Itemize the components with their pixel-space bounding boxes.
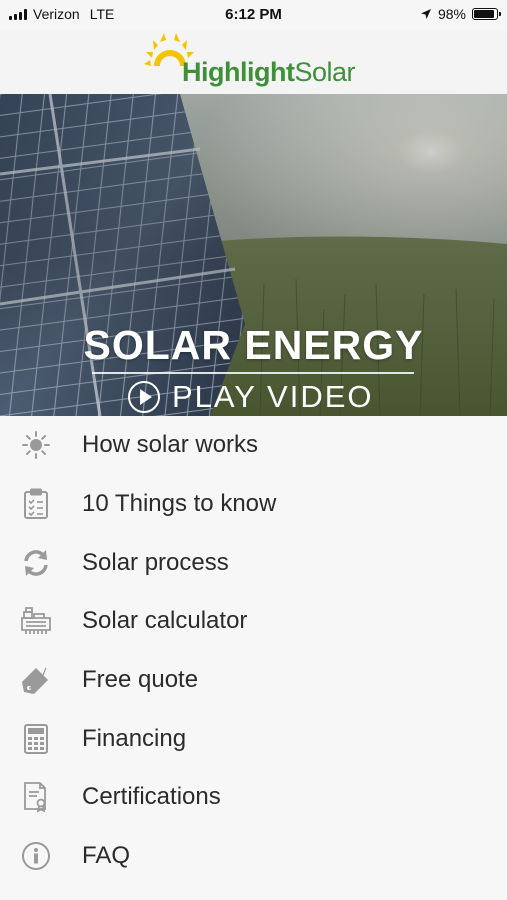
highlightsolar-logo: HighlightSolar [140, 30, 370, 94]
checklist-icon [20, 488, 52, 520]
menu-item-solar-process[interactable]: Solar process [0, 533, 507, 592]
menu-label: How solar works [82, 431, 259, 459]
calculator-tape-icon [20, 605, 52, 637]
app-header: HighlightSolar [0, 30, 507, 94]
info-icon [20, 840, 52, 872]
logo-text-solar: Solar [294, 57, 355, 87]
status-right: 98% [420, 6, 501, 22]
menu-label: Free quote [82, 666, 199, 694]
menu-item-free-quote[interactable]: Free quote [0, 651, 507, 710]
menu-item-solar-calculator[interactable]: Solar calculator [0, 592, 507, 651]
hero-divider [92, 372, 414, 374]
logo-text-highlight: Highlight [182, 57, 295, 87]
menu-item-faq[interactable]: FAQ [0, 827, 507, 886]
status-bar: Verizon LTE 6:12 PM 98% [0, 0, 507, 30]
menu-label: Certifications [82, 783, 221, 811]
play-icon[interactable] [128, 381, 160, 413]
sun-icon [20, 429, 52, 461]
battery-icon [472, 8, 501, 20]
menu-item-certifications[interactable]: Certifications [0, 768, 507, 827]
refresh-icon [20, 547, 52, 579]
hero-video-banner[interactable]: SOLAR ENERGY PLAY VIDEO [0, 94, 507, 416]
play-video-label[interactable]: PLAY VIDEO [172, 379, 374, 415]
logo-text: HighlightSolar [182, 57, 355, 88]
menu-label: Solar process [82, 548, 229, 576]
menu-item-how-solar-works[interactable]: How solar works [0, 416, 507, 475]
location-arrow-icon [420, 9, 431, 19]
hero-title: SOLAR ENERGY [83, 322, 424, 368]
menu-label: 10 Things to know [82, 490, 277, 518]
certificate-icon [20, 781, 52, 814]
main-menu: How solar works 10 Things to know Solar [0, 416, 507, 886]
menu-item-10-things[interactable]: 10 Things to know [0, 475, 507, 534]
play-video-button[interactable]: PLAY VIDEO [128, 377, 374, 416]
battery-percent: 98% [437, 6, 466, 22]
menu-label: FAQ [82, 842, 131, 870]
price-tag-icon [20, 664, 52, 696]
menu-label: Financing [82, 724, 187, 752]
battery-fill [474, 10, 494, 18]
menu-label: Solar calculator [82, 607, 248, 635]
menu-item-financing[interactable]: Financing [0, 709, 507, 768]
calculator-icon [20, 723, 52, 755]
